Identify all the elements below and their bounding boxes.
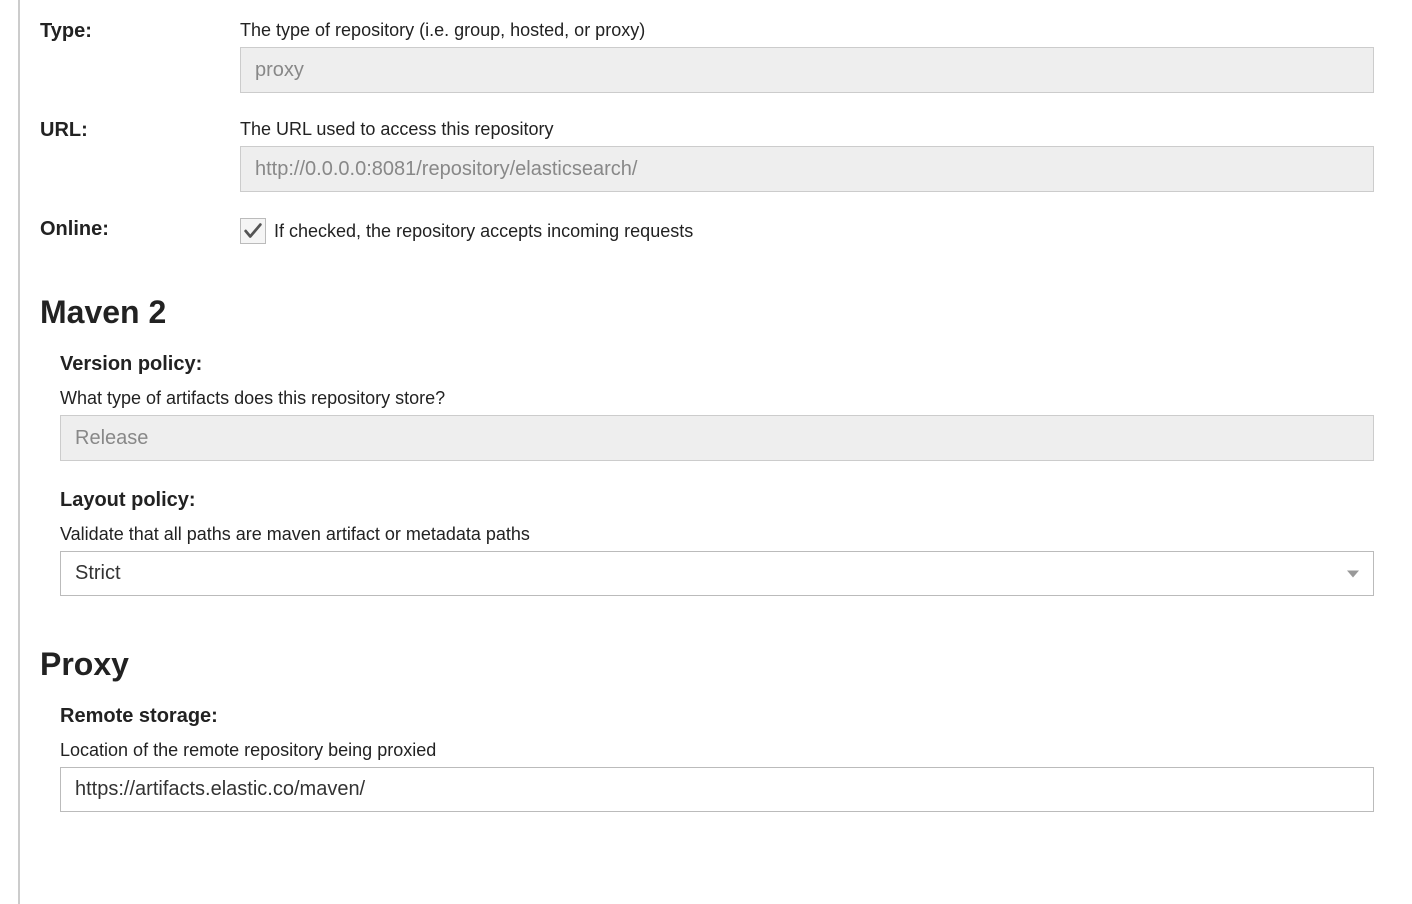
- url-field-col: The URL used to access this repository h…: [240, 119, 1374, 192]
- version-policy-label: Version policy:: [60, 353, 1374, 376]
- version-policy-value: Release: [60, 415, 1374, 461]
- url-row: URL: The URL used to access this reposit…: [40, 119, 1374, 192]
- layout-policy-select[interactable]: Strict: [60, 551, 1374, 596]
- layout-policy-label: Layout policy:: [60, 489, 1374, 512]
- url-label: URL:: [40, 119, 240, 142]
- online-row: Online: If checked, the repository accep…: [40, 218, 1374, 244]
- online-field-col: If checked, the repository accepts incom…: [240, 218, 1374, 244]
- remote-storage-label: Remote storage:: [60, 705, 1374, 728]
- version-policy-help: What type of artifacts does this reposit…: [60, 388, 1374, 409]
- type-value: proxy: [240, 47, 1374, 93]
- url-help: The URL used to access this repository: [240, 119, 1374, 140]
- remote-storage-help: Location of the remote repository being …: [60, 740, 1374, 761]
- type-help: The type of repository (i.e. group, host…: [240, 20, 1374, 41]
- online-checkbox[interactable]: [240, 218, 266, 244]
- chevron-down-icon: [1347, 570, 1359, 577]
- type-label: Type:: [40, 20, 240, 43]
- proxy-section-title: Proxy: [40, 646, 1374, 683]
- online-label: Online:: [40, 218, 240, 241]
- check-icon: [242, 220, 264, 242]
- proxy-section: Remote storage: Location of the remote r…: [40, 705, 1374, 812]
- type-row: Type: The type of repository (i.e. group…: [40, 20, 1374, 93]
- url-value: http://0.0.0.0:8081/repository/elasticse…: [240, 146, 1374, 192]
- type-field-col: The type of repository (i.e. group, host…: [240, 20, 1374, 93]
- maven2-section: Version policy: What type of artifacts d…: [40, 353, 1374, 596]
- layout-policy-value: Strict: [75, 562, 121, 585]
- repository-settings-panel: Type: The type of repository (i.e. group…: [18, 0, 1412, 904]
- layout-policy-help: Validate that all paths are maven artifa…: [60, 524, 1374, 545]
- form-container: Type: The type of repository (i.e. group…: [20, 0, 1412, 812]
- maven2-section-title: Maven 2: [40, 294, 1374, 331]
- remote-storage-input[interactable]: [60, 767, 1374, 812]
- online-help: If checked, the repository accepts incom…: [274, 221, 693, 242]
